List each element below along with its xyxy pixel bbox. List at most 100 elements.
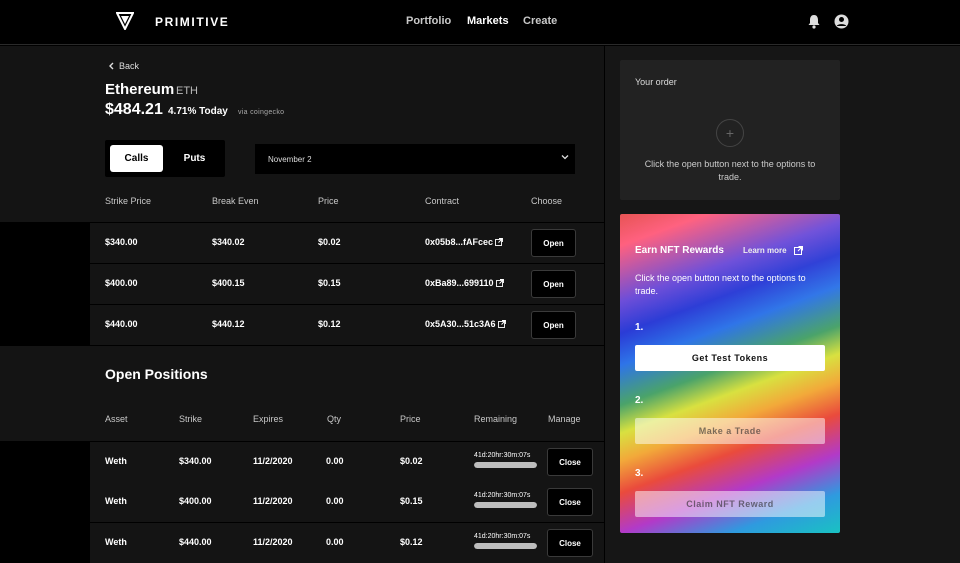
col-price: Price (318, 196, 339, 206)
close-button[interactable]: Close (547, 448, 593, 476)
external-link-icon (495, 279, 504, 287)
nav-markets[interactable]: Markets (467, 15, 509, 27)
price-source: via coingecko (238, 109, 285, 116)
close-button[interactable]: Close (547, 488, 593, 516)
col-choose: Choose (531, 196, 563, 206)
strike-cell: $400.00 (179, 496, 212, 506)
nft-rewards-card: Earn NFT Rewards Learn more Click the op… (620, 214, 840, 533)
chevron-left-icon (109, 62, 114, 70)
make-a-trade-button[interactable]: Make a Trade (635, 418, 825, 444)
nav-portfolio[interactable]: Portfolio (406, 15, 451, 27)
price-cell: $0.15 (318, 278, 341, 288)
order-sidebar: Your order + Click the open button next … (605, 46, 960, 563)
expires-cell: 11/2/2020 (253, 496, 293, 506)
asset-symbol: ETH (176, 85, 198, 97)
contract-link[interactable]: 0xBa89...699110 (425, 278, 504, 288)
external-link-icon (793, 246, 803, 255)
open-button[interactable]: Open (531, 229, 576, 257)
open-button[interactable]: Open (531, 311, 576, 339)
price-change: 4.71% Today (168, 106, 228, 117)
break-even-cell: $440.12 (212, 319, 245, 329)
strike-cell: $440.00 (179, 537, 212, 547)
strike-cell: $340.00 (105, 237, 138, 247)
table-row: $340.00 $340.02 $0.02 0x05b8...fAFcec Op… (90, 223, 604, 263)
nav-create[interactable]: Create (523, 15, 557, 27)
remaining-progress (474, 543, 537, 549)
order-title: Your order (635, 77, 677, 87)
break-even-cell: $400.15 (212, 278, 245, 288)
brand-name[interactable]: PRIMITIVE (155, 15, 229, 29)
col-manage: Manage (548, 414, 581, 424)
back-label: Back (119, 61, 140, 71)
remaining-progress (474, 462, 537, 468)
contract-address: 0x5A30...51c3A6 (425, 319, 496, 329)
col-expires: Expires (253, 414, 284, 424)
asset-price: $484.21 (105, 101, 163, 118)
table-row: $440.00 $440.12 $0.12 0x5A30...51c3A6 Op… (90, 305, 604, 345)
calls-puts-toggle: Calls Puts (105, 140, 225, 177)
qty-cell: 0.00 (326, 496, 344, 506)
remaining-time: 41d:20hr:30m:07s (474, 452, 531, 459)
expires-cell: 11/2/2020 (253, 456, 293, 466)
options-table-header: Strike Price Break Even Price Contract C… (0, 192, 604, 222)
nft-message: Click the open button next to the option… (635, 273, 806, 296)
remaining-progress (474, 502, 537, 508)
col-break-even: Break Even (212, 196, 259, 206)
remaining-progress-fill (474, 543, 537, 549)
remaining-time: 41d:20hr:30m:07s (474, 492, 531, 499)
step-number: 3. (635, 468, 644, 479)
close-button[interactable]: Close (547, 529, 593, 557)
table-row: $400.00 $400.15 $0.15 0xBa89...699110 Op… (90, 264, 604, 304)
col-strike-price: Strike Price (105, 196, 152, 206)
contract-address: 0x05b8...fAFcec (425, 237, 494, 247)
qty-cell: 0.00 (326, 537, 344, 547)
contract-link[interactable]: 0x05b8...fAFcec (425, 237, 503, 247)
col-qty: Qty (327, 414, 342, 424)
table-row: Weth $340.00 11/2/2020 0.00 $0.02 41d:20… (90, 442, 604, 482)
price-cell: $0.02 (318, 237, 341, 247)
expiry-value: November 2 (268, 154, 312, 164)
remaining-cell: 41d:20hr:30m:07s (474, 452, 537, 468)
price-cell: $0.12 (318, 319, 341, 329)
learn-more-link[interactable]: Learn more (743, 246, 803, 255)
remaining-cell: 41d:20hr:30m:07s (474, 492, 537, 508)
strike-cell: $440.00 (105, 319, 138, 329)
expiry-select[interactable]: November 2 (255, 144, 575, 174)
tab-calls[interactable]: Calls (110, 145, 163, 172)
step-number: 2. (635, 395, 644, 406)
col-contract: Contract (425, 196, 460, 206)
contract-address: 0xBa89...699110 (425, 278, 494, 288)
learn-more-label: Learn more (743, 246, 787, 255)
price-cell: $0.02 (400, 456, 423, 466)
markets-panel: Back Ethereum ETH $484.21 4.71% Today vi… (0, 46, 604, 563)
get-test-tokens-button[interactable]: Get Test Tokens (635, 345, 825, 371)
top-nav-bar: PRIMITIVE Portfolio Markets Create (0, 0, 960, 45)
plus-icon: + (716, 119, 744, 147)
order-message: Click the open button next to the option… (644, 159, 816, 182)
logo-icon[interactable] (116, 12, 134, 30)
price-cell: $0.15 (400, 496, 423, 506)
tab-puts[interactable]: Puts (171, 145, 218, 172)
remaining-time: 41d:20hr:30m:07s (474, 533, 531, 540)
user-icon[interactable] (834, 14, 849, 29)
price-cell: $0.12 (400, 537, 423, 547)
external-link-icon (497, 320, 506, 328)
bell-icon[interactable] (807, 14, 821, 29)
strike-cell: $400.00 (105, 278, 138, 288)
claim-nft-reward-button[interactable]: Claim NFT Reward (635, 491, 825, 517)
asset-cell: Weth (105, 456, 127, 466)
contract-link[interactable]: 0x5A30...51c3A6 (425, 319, 506, 329)
back-link[interactable]: Back (108, 61, 139, 71)
external-link-icon (495, 238, 503, 246)
open-positions-header: Open Positions Asset Strike Expires Qty … (0, 346, 604, 441)
step-number: 1. (635, 322, 644, 333)
col-remaining: Remaining (474, 414, 518, 424)
asset-cell: Weth (105, 496, 127, 506)
col-asset: Asset (105, 414, 128, 424)
remaining-cell: 41d:20hr:30m:07s (474, 533, 537, 549)
open-button[interactable]: Open (531, 270, 576, 298)
qty-cell: 0.00 (326, 456, 344, 466)
section-title: Open Positions (105, 366, 208, 382)
expires-cell: 11/2/2020 (253, 537, 293, 547)
order-card: Your order + Click the open button next … (620, 60, 840, 200)
